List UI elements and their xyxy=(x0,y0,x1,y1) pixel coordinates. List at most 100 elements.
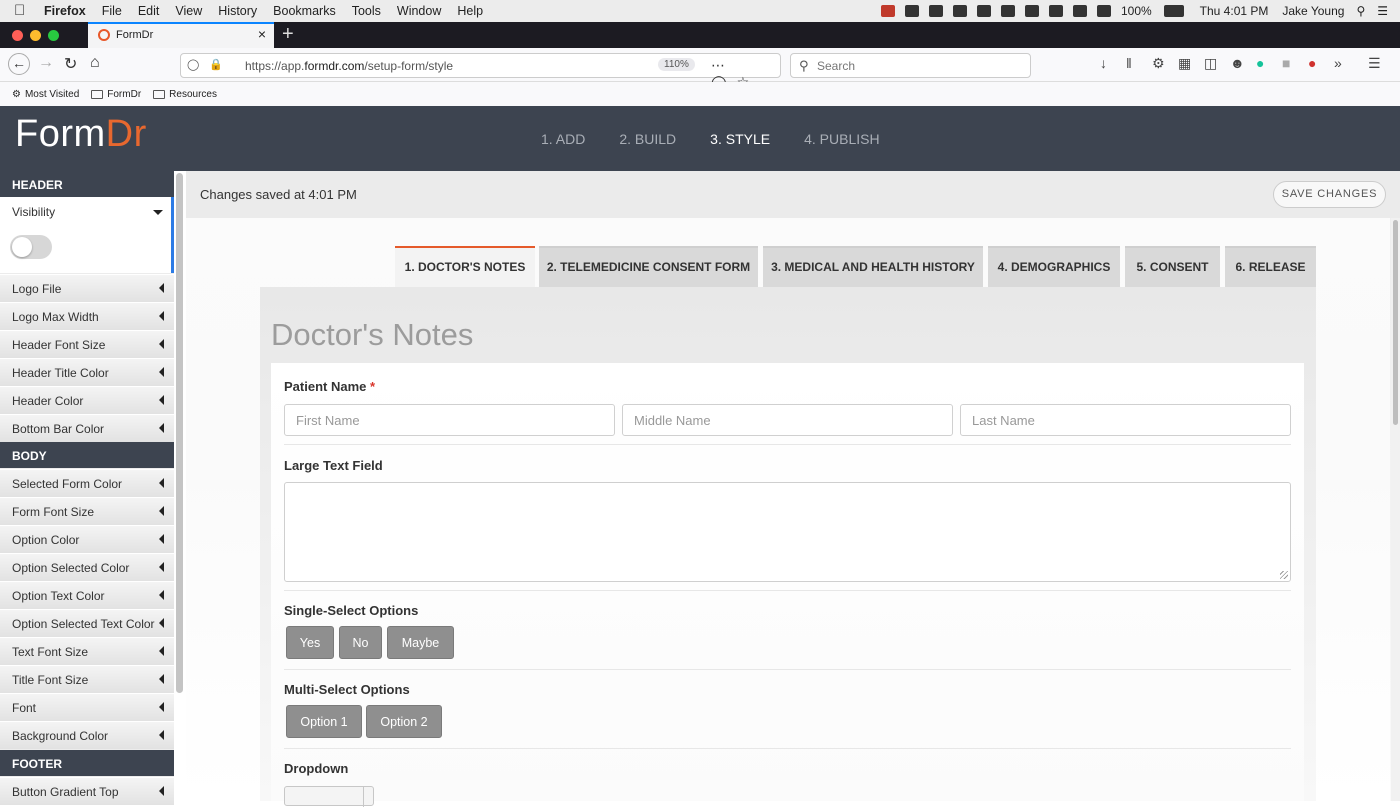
sidebar-item-header-font-size[interactable]: Header Font Size xyxy=(0,330,174,358)
tab-release[interactable]: 6. RELEASE xyxy=(1225,246,1316,287)
sidebar-item-option-selected-color[interactable]: Option Selected Color xyxy=(0,553,174,581)
sidebar-item-logo-file[interactable]: Logo File xyxy=(0,274,174,302)
zoom-level[interactable]: 110% xyxy=(658,58,695,71)
menu-edit[interactable]: Edit xyxy=(138,4,160,18)
sidebar-item-font[interactable]: Font xyxy=(0,693,174,721)
battery-icon[interactable] xyxy=(1164,5,1184,17)
account-icon[interactable]: ☻ xyxy=(1230,55,1244,69)
close-window-button[interactable] xyxy=(12,30,23,41)
caret-down-icon[interactable] xyxy=(153,210,163,215)
visibility-toggle[interactable] xyxy=(10,235,52,259)
menu-help[interactable]: Help xyxy=(457,4,483,18)
menu-clock[interactable]: Thu 4:01 PM xyxy=(1200,4,1269,18)
sidebar-item-text-font-size[interactable]: Text Font Size xyxy=(0,637,174,665)
option-1-button[interactable]: Option 1 xyxy=(286,705,362,738)
extension-red-icon[interactable]: ● xyxy=(1308,55,1322,69)
sidebar-item-title-font-size[interactable]: Title Font Size xyxy=(0,665,174,693)
browser-tab[interactable]: FormDr × xyxy=(88,22,274,48)
sidebar-item-form-font-size[interactable]: Form Font Size xyxy=(0,497,174,525)
lock-icon[interactable]: 🔒 xyxy=(209,58,223,71)
tab-medical-health-history[interactable]: 3. MEDICAL AND HEALTH HISTORY xyxy=(763,246,983,287)
sidebar-item-background-color[interactable]: Background Color xyxy=(0,721,174,749)
sidebar-item-logo-max-width[interactable]: Logo Max Width xyxy=(0,302,174,330)
downloads-icon[interactable]: ↓ xyxy=(1100,55,1114,69)
window-manager-icon[interactable] xyxy=(977,5,991,17)
menu-tools[interactable]: Tools xyxy=(352,4,381,18)
library-icon[interactable]: ‖ xyxy=(1126,55,1140,69)
control-center-icon[interactable]: ☰ xyxy=(1377,4,1388,18)
middle-name-field[interactable]: Middle Name xyxy=(622,404,953,436)
step-publish[interactable]: 4. PUBLISH xyxy=(804,131,879,147)
sidebar-item-option-selected-text-color[interactable]: Option Selected Text Color xyxy=(0,609,174,637)
sidebar-item-header-title-color[interactable]: Header Title Color xyxy=(0,358,174,386)
sidebar-item-option-text-color[interactable]: Option Text Color xyxy=(0,581,174,609)
close-tab-icon[interactable]: × xyxy=(258,26,266,42)
tab-doctors-notes[interactable]: 1. DOCTOR'S NOTES xyxy=(395,246,535,287)
tab-telemedicine-consent[interactable]: 2. TELEMEDICINE CONSENT FORM xyxy=(539,246,758,287)
forward-arrow-icon[interactable]: → xyxy=(38,54,54,72)
sidebar-item-option-color[interactable]: Option Color xyxy=(0,525,174,553)
bookmark-formdr[interactable]: FormDr xyxy=(91,89,141,100)
time-machine-icon[interactable] xyxy=(1025,5,1039,17)
bookmark-most-visited[interactable]: ⚙Most Visited xyxy=(12,89,79,100)
sidebar-icon[interactable]: ◫ xyxy=(1204,55,1218,69)
overflow-chevron-icon[interactable]: » xyxy=(1334,55,1348,69)
first-name-field[interactable]: First Name xyxy=(284,404,615,436)
option-no-button[interactable]: No xyxy=(339,626,382,659)
menu-history[interactable]: History xyxy=(218,4,257,18)
dropbox-icon[interactable] xyxy=(905,5,919,17)
large-text-area[interactable] xyxy=(284,482,1291,582)
new-tab-icon[interactable]: + xyxy=(282,23,294,46)
scrollbar-thumb[interactable] xyxy=(1393,220,1398,425)
creative-cloud-icon[interactable] xyxy=(929,5,943,17)
volume-icon[interactable] xyxy=(1097,5,1111,17)
visibility-panel[interactable]: Visibility xyxy=(0,197,174,273)
tab-consent[interactable]: 5. CONSENT xyxy=(1125,246,1220,287)
settings-gear-icon[interactable]: ⚙ xyxy=(1152,55,1166,69)
formdr-logo[interactable]: FormDr xyxy=(15,113,147,156)
extensions-puzzle-icon[interactable]: ▦ xyxy=(1178,55,1192,69)
step-style[interactable]: 3. STYLE xyxy=(710,131,770,147)
reload-icon[interactable]: ↻ xyxy=(64,54,77,74)
option-yes-button[interactable]: Yes xyxy=(286,626,334,659)
back-arrow-icon[interactable]: ← xyxy=(8,53,30,75)
menu-file[interactable]: File xyxy=(102,4,122,18)
bluetooth-icon[interactable] xyxy=(1049,5,1063,17)
status-app-icon[interactable] xyxy=(881,5,895,17)
url-bar[interactable]: ◯ 🔒 https://app.formdr.com/setup-form/st… xyxy=(180,53,781,78)
menu-app-name[interactable]: Firefox xyxy=(44,4,86,18)
browser-search-input[interactable]: ⚲ Search xyxy=(790,53,1031,78)
option-2-button[interactable]: Option 2 xyxy=(366,705,442,738)
wifi-icon[interactable] xyxy=(1073,5,1087,17)
zoom-window-button[interactable] xyxy=(48,30,59,41)
page-actions-icon[interactable]: ⋯ xyxy=(711,57,735,73)
step-add[interactable]: 1. ADD xyxy=(541,131,585,147)
tracking-shield-icon[interactable]: ◯ xyxy=(187,58,199,71)
hamburger-menu-icon[interactable]: ☰ xyxy=(1368,55,1382,69)
spotlight-icon[interactable]: ⚲ xyxy=(1356,4,1365,18)
grammarly-icon[interactable]: ● xyxy=(1256,55,1270,69)
save-changes-button[interactable]: SAVE CHANGES xyxy=(1273,181,1386,208)
minimize-window-button[interactable] xyxy=(30,30,41,41)
bookmark-resources[interactable]: Resources xyxy=(153,89,217,100)
sidebar-item-bottom-bar-color[interactable]: Bottom Bar Color xyxy=(0,414,174,442)
extension-k-icon[interactable]: ■ xyxy=(1282,55,1296,69)
dropdown-arrow-icon[interactable] xyxy=(363,787,373,807)
dropdown-select[interactable] xyxy=(284,786,374,806)
battery-percent[interactable]: 100% xyxy=(1121,4,1152,18)
menu-bookmarks[interactable]: Bookmarks xyxy=(273,4,336,18)
menu-user[interactable]: Jake Young xyxy=(1282,4,1344,18)
sidebar-scrollbar[interactable] xyxy=(176,173,183,693)
sidebar-item-header-color[interactable]: Header Color xyxy=(0,386,174,414)
airplay-icon[interactable] xyxy=(1001,5,1015,17)
option-maybe-button[interactable]: Maybe xyxy=(387,626,454,659)
apple-icon[interactable]:  xyxy=(14,3,30,19)
main-scrollbar[interactable] xyxy=(1391,218,1400,801)
step-build[interactable]: 2. BUILD xyxy=(619,131,676,147)
last-name-field[interactable]: Last Name xyxy=(960,404,1291,436)
cloud-icon[interactable] xyxy=(953,5,967,17)
resize-grip-icon[interactable] xyxy=(1280,571,1288,579)
home-icon[interactable]: ⌂ xyxy=(90,54,100,72)
menu-view[interactable]: View xyxy=(175,4,202,18)
menu-window[interactable]: Window xyxy=(397,4,441,18)
